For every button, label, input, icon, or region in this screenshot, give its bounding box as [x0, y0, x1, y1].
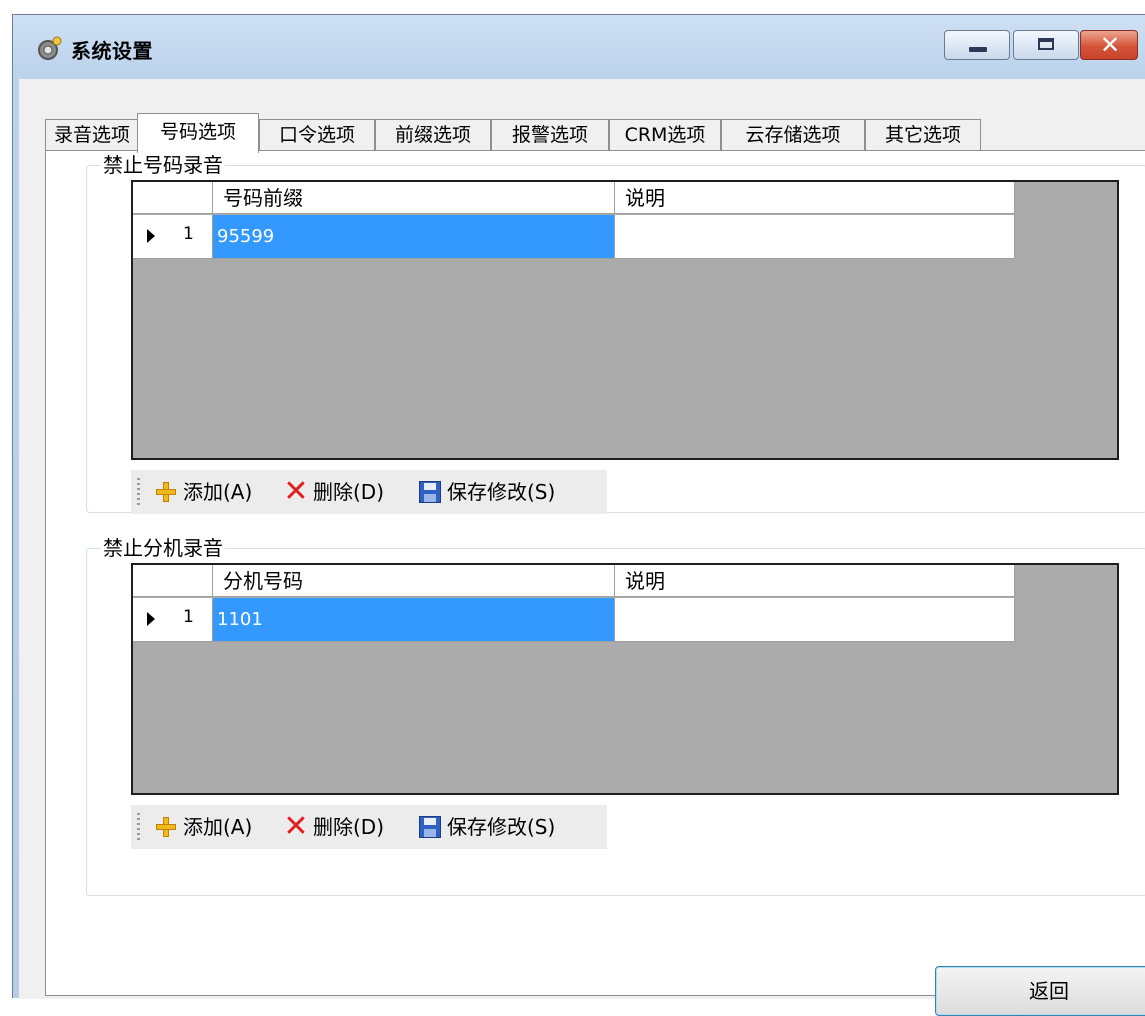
save-label: 保存修改(S) [447, 480, 556, 504]
toolbar-grip[interactable] [137, 478, 140, 506]
row-pointer-icon [147, 612, 155, 626]
tab-crm-options[interactable]: CRM选项 [609, 119, 721, 151]
row-header[interactable]: 1 [133, 215, 213, 259]
maximize-button[interactable] [1013, 30, 1079, 60]
floppy-disk-icon [419, 816, 441, 838]
tab-number-options[interactable]: 号码选项 [137, 113, 259, 153]
cell-note[interactable] [615, 598, 1015, 642]
cell-prefix[interactable]: 95599 [213, 215, 615, 259]
plus-icon [155, 481, 177, 503]
delete-label: 删除(D) [313, 480, 385, 504]
minimize-icon [969, 47, 987, 52]
delete-button[interactable]: ✕ 删除(D) [283, 805, 407, 849]
tab-alarm-options[interactable]: 报警选项 [491, 119, 609, 151]
column-header-prefix[interactable]: 号码前缀 [213, 182, 615, 214]
toolbar-grip[interactable] [137, 813, 140, 841]
number-grid-toolbar: 添加(A) ✕ 删除(D) 保存修改(S) [131, 470, 607, 514]
cell-extension[interactable]: 1101 [213, 598, 615, 642]
row-header[interactable]: 1 [133, 598, 213, 642]
add-button[interactable]: 添加(A) [155, 470, 273, 514]
group-title: 禁止分机录音 [101, 535, 225, 561]
delete-label: 删除(D) [313, 815, 385, 839]
column-header-note[interactable]: 说明 [615, 565, 1015, 597]
x-icon: ✕ [283, 809, 309, 844]
save-button[interactable]: 保存修改(S) [419, 805, 597, 849]
plus-icon [155, 816, 177, 838]
maximize-icon [1038, 38, 1054, 50]
floppy-disk-icon [419, 481, 441, 503]
tab-recording-options[interactable]: 录音选项 [45, 119, 139, 151]
add-label: 添加(A) [183, 480, 253, 504]
close-icon: ✕ [1099, 31, 1121, 59]
add-button[interactable]: 添加(A) [155, 805, 273, 849]
return-button[interactable]: 返回 [935, 966, 1145, 1016]
column-header-note[interactable]: 说明 [615, 182, 1015, 214]
tab-password-options[interactable]: 口令选项 [259, 119, 375, 151]
grid-corner-header [133, 182, 213, 214]
number-prefix-grid[interactable]: 号码前缀 说明 1 95599 [131, 180, 1119, 460]
tab-other-options[interactable]: 其它选项 [865, 119, 981, 151]
tab-prefix-options[interactable]: 前缀选项 [375, 119, 491, 151]
row-pointer-icon [147, 229, 155, 243]
extension-grid-toolbar: 添加(A) ✕ 删除(D) 保存修改(S) [131, 805, 607, 849]
title-bar[interactable]: 系统设置 ✕ [13, 15, 1145, 79]
groupbox-forbid-extension-recording: 禁止分机录音 分机号码 说明 1 1101 添加(A) ✕ 删除(D) 保存修改… [86, 535, 1145, 896]
settings-window: 系统设置 ✕ 录音选项 号码选项 口令选项 前缀选项 报警选项 CRM选项 云存… [12, 14, 1145, 1016]
extension-grid[interactable]: 分机号码 说明 1 1101 [131, 563, 1119, 795]
grid-corner-header [133, 565, 213, 597]
column-header-extension[interactable]: 分机号码 [213, 565, 615, 597]
group-title: 禁止号码录音 [101, 152, 225, 178]
save-label: 保存修改(S) [447, 815, 556, 839]
row-number: 1 [183, 224, 194, 244]
save-button[interactable]: 保存修改(S) [419, 470, 597, 514]
tab-cloud-storage-options[interactable]: 云存储选项 [721, 119, 865, 151]
row-number: 1 [183, 607, 194, 627]
delete-button[interactable]: ✕ 删除(D) [283, 470, 407, 514]
cell-note[interactable] [615, 215, 1015, 259]
client-area: 录音选项 号码选项 口令选项 前缀选项 报警选项 CRM选项 云存储选项 其它选… [19, 79, 1145, 1016]
close-button[interactable]: ✕ [1080, 30, 1138, 60]
add-label: 添加(A) [183, 815, 253, 839]
x-icon: ✕ [283, 474, 309, 509]
minimize-button[interactable] [944, 30, 1010, 60]
window-title: 系统设置 [71, 39, 153, 63]
tab-page-number-options: 禁止号码录音 号码前缀 说明 1 95599 添加(A) ✕ 删除(D) 保存修… [45, 150, 1145, 1016]
groupbox-forbid-number-recording: 禁止号码录音 号码前缀 说明 1 95599 添加(A) ✕ 删除(D) 保存修… [86, 152, 1145, 514]
gear-icon [38, 36, 62, 60]
